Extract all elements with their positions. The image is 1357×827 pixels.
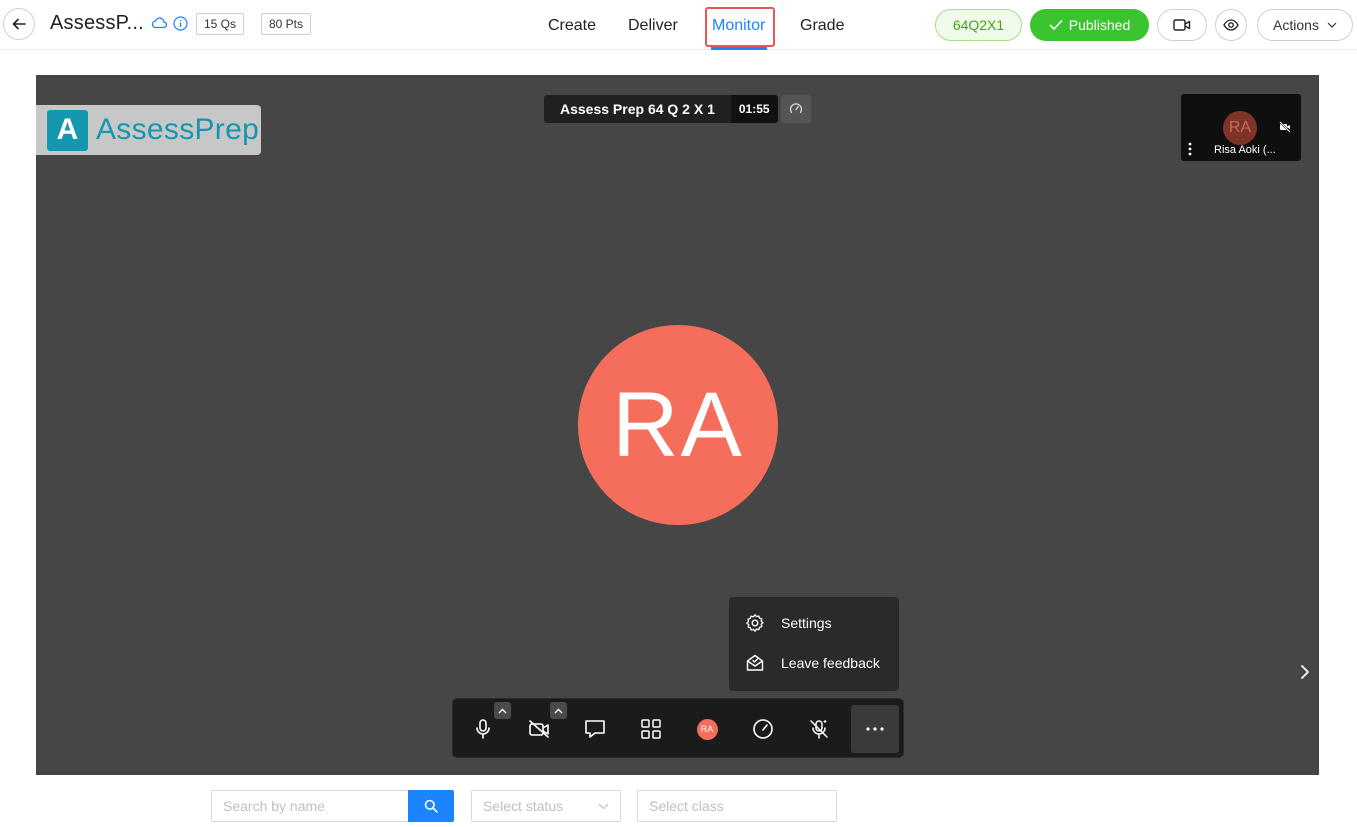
camera-options-caret[interactable] (550, 702, 567, 719)
more-options-button[interactable] (851, 705, 899, 753)
participant-thumbnail[interactable]: RA Risa Aoki (... (1181, 94, 1301, 161)
chevron-up-icon (498, 708, 507, 713)
microphone-icon (476, 719, 490, 739)
menu-item-settings[interactable]: Settings (729, 603, 899, 643)
chevron-right-icon[interactable] (1297, 663, 1313, 681)
meeting-timer: 01:55 (730, 95, 778, 123)
more-options-menu: Settings Leave feedback (729, 597, 899, 691)
participant-avatar: RA (578, 325, 778, 525)
logo-text: AssessPrep (96, 113, 260, 146)
video-camera-icon (1173, 19, 1191, 31)
gauge-icon (753, 719, 773, 739)
chat-button[interactable] (571, 705, 619, 753)
logo-mark: A (47, 109, 88, 151)
self-avatar: RA (696, 718, 718, 740)
settings-label: Settings (781, 615, 832, 631)
gear-icon (746, 614, 764, 632)
video-meeting-stage: A AssessPrep Assess Prep 64 Q 2 X 1 01:5… (36, 75, 1319, 775)
mic-off-sparkle-icon (810, 720, 828, 739)
actions-label: Actions (1273, 17, 1319, 33)
meeting-name: Assess Prep 64 Q 2 X 1 (560, 101, 715, 117)
tab-grade[interactable]: Grade (800, 17, 844, 35)
published-button[interactable]: Published (1030, 9, 1149, 41)
search-icon (424, 799, 438, 813)
class-select-placeholder: Select class (649, 798, 724, 814)
arrow-left-icon (12, 18, 26, 30)
camera-off-icon (1279, 121, 1291, 133)
search-by-name-input[interactable] (211, 790, 409, 822)
chat-icon (585, 720, 605, 738)
active-tab-indicator (711, 47, 767, 50)
gauge-icon (789, 103, 803, 114)
meeting-toolbar: RA (452, 698, 904, 758)
search-button[interactable] (408, 790, 454, 822)
performance-stats-button[interactable] (739, 705, 787, 753)
back-button[interactable] (3, 8, 35, 40)
cloud-icon (151, 17, 167, 29)
assessment-title[interactable]: AssessP... (50, 12, 144, 35)
feedback-envelope-icon (746, 654, 764, 671)
status-select[interactable]: Select status (471, 790, 621, 822)
grid-view-icon (641, 719, 661, 739)
feedback-label: Leave feedback (781, 655, 880, 671)
noise-suppression-button[interactable] (795, 705, 843, 753)
preview-button[interactable] (1215, 9, 1247, 41)
more-vertical-icon[interactable] (1187, 142, 1193, 156)
top-bar: AssessP... 15 Qs 80 Pts Create Deliver M… (0, 0, 1357, 50)
questions-count-chip: 15 Qs (196, 13, 245, 35)
join-code-pill[interactable]: 64Q2X1 (935, 9, 1022, 41)
chevron-up-icon (554, 708, 563, 713)
info-icon[interactable] (173, 16, 188, 31)
menu-item-leave-feedback[interactable]: Leave feedback (729, 643, 899, 683)
actions-dropdown[interactable]: Actions (1257, 9, 1353, 41)
video-call-button[interactable] (1157, 9, 1207, 41)
connection-quality-button[interactable] (781, 95, 811, 123)
chevron-down-icon (1327, 22, 1337, 28)
mic-options-caret[interactable] (494, 702, 511, 719)
thumbnail-avatar: RA (1223, 111, 1257, 145)
status-select-placeholder: Select status (483, 798, 564, 814)
tab-deliver[interactable]: Deliver (628, 17, 678, 35)
eye-icon (1223, 19, 1239, 31)
chevron-down-icon (598, 803, 609, 809)
published-label: Published (1068, 17, 1131, 33)
tab-monitor[interactable]: Monitor (712, 17, 765, 35)
points-chip: 80 Pts (261, 13, 312, 35)
more-horizontal-icon (866, 727, 884, 731)
thumbnail-name: Risa Aoki (... (1214, 144, 1276, 156)
grid-view-button[interactable] (627, 705, 675, 753)
self-avatar-button[interactable]: RA (683, 705, 731, 753)
assessprep-logo: A AssessPrep (36, 105, 261, 155)
meeting-title-bar: Assess Prep 64 Q 2 X 1 01:55 (544, 95, 778, 123)
check-icon (1049, 20, 1063, 30)
class-select[interactable]: Select class (637, 790, 837, 822)
camera-off-icon (529, 720, 549, 738)
tab-create[interactable]: Create (548, 17, 596, 35)
